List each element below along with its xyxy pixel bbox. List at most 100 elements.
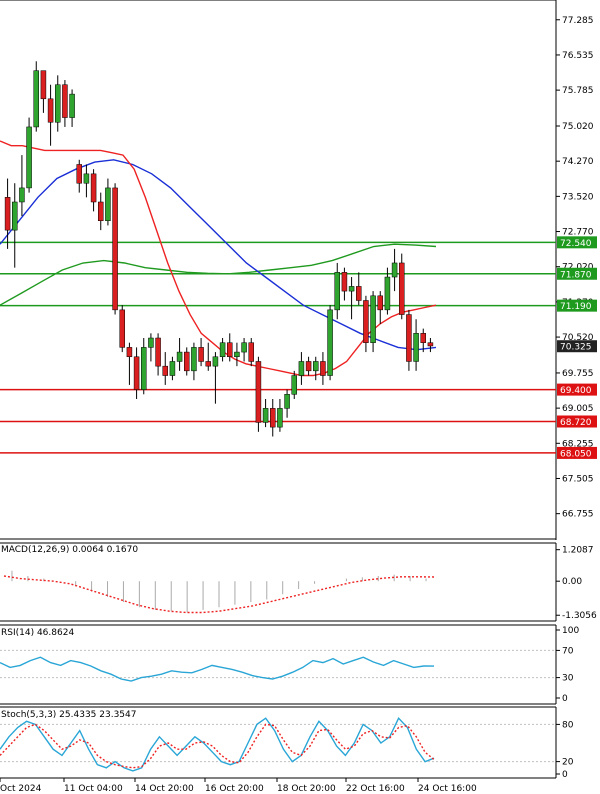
candle-body <box>76 164 82 184</box>
candle-body <box>191 347 197 372</box>
candle-body <box>341 272 348 292</box>
current-price-label: 70.325 <box>560 343 592 353</box>
candle-body <box>141 347 147 390</box>
stoch-label: Stoch(5,3,3) 25.4335 23.3547 <box>1 710 136 720</box>
level-tags: 72.540 71.870 71.190 69.400 68.720 68.050 70.3… <box>557 236 597 459</box>
candle-body <box>112 187 118 311</box>
resistance-line-label: 71.190 <box>560 302 592 312</box>
candle-body <box>406 314 412 362</box>
candle-body <box>90 173 97 203</box>
candle-body <box>205 361 211 367</box>
y-tick-label: 1.2087 <box>562 546 594 556</box>
y-tick-label: 69.005 <box>562 404 594 414</box>
candle-body <box>334 272 340 311</box>
candle-body <box>320 361 326 376</box>
x-tick-label: 16 Oct 20:00 <box>205 784 264 794</box>
candle-body <box>291 375 297 395</box>
y-tick-label: 77.285 <box>562 16 594 26</box>
price-y-axis: 77.285 76.535 75.785 75.020 74.270 73.520 72.7… <box>556 16 594 520</box>
x-tick-label: 14 Oct 20:00 <box>135 784 194 794</box>
y-tick-label: 67.505 <box>562 474 594 484</box>
rsi-label: RSI(14) 46.8624 <box>1 628 74 638</box>
y-tick-label: 66.755 <box>562 510 594 520</box>
x-tick-label: 11 Oct 04:00 <box>64 784 123 794</box>
x-tick-label: 18 Oct 20:00 <box>277 784 336 794</box>
candle-body <box>399 262 405 315</box>
candle-body <box>262 408 269 423</box>
candle-body <box>313 361 319 372</box>
support-line-label: 68.050 <box>560 449 592 459</box>
y-tick-label: 76.535 <box>562 51 594 61</box>
candle-body <box>155 337 161 367</box>
candle-body <box>69 93 75 118</box>
candle-body <box>83 173 90 184</box>
y-tick-label: 70 <box>562 646 574 656</box>
candle-body <box>62 84 68 118</box>
candle-body <box>348 286 355 292</box>
candle-body <box>370 295 376 343</box>
candle-body <box>105 187 111 222</box>
candle-body <box>148 337 154 348</box>
candle-body <box>363 300 369 343</box>
x-tick-label: Oct 2024 <box>0 784 42 794</box>
candle-body <box>126 347 133 358</box>
y-tick-label: 100 <box>562 626 579 636</box>
x-tick-label: 22 Oct 16:00 <box>346 784 405 794</box>
candle-body <box>427 342 434 347</box>
candle-body <box>305 361 312 372</box>
resistance-line-label: 72.540 <box>560 239 592 249</box>
y-tick-label: 30 <box>562 674 574 684</box>
candle-body <box>184 351 190 372</box>
candle-body <box>377 295 383 311</box>
candle-body <box>40 70 47 100</box>
candle-body <box>413 333 419 362</box>
candle-body <box>241 342 247 353</box>
x-tick-label: 24 Oct 16:00 <box>418 784 477 794</box>
y-tick-label: 72.770 <box>562 228 594 238</box>
y-tick-label: -1.3056 <box>562 611 597 621</box>
support-line-label: 69.400 <box>560 386 592 396</box>
candle-body <box>133 356 140 390</box>
candle-body <box>227 342 233 358</box>
candle-body <box>12 201 18 231</box>
y-tick-label: 20 <box>562 758 574 768</box>
candle-body <box>55 84 61 123</box>
support-line-label: 68.720 <box>560 418 592 428</box>
candle-body <box>255 361 262 423</box>
y-tick-label: 73.520 <box>562 192 594 202</box>
candle-body <box>219 342 226 358</box>
macd-label: MACD(12,26,9) 0.0064 0.1670 <box>1 545 138 555</box>
y-tick-label: 0 <box>562 694 568 704</box>
candle-body <box>270 408 276 428</box>
candle-body <box>327 309 333 376</box>
candle-body <box>234 351 240 358</box>
resistance-line-label: 71.870 <box>560 270 592 280</box>
candle-body <box>119 309 125 348</box>
candle-body <box>19 187 25 203</box>
candle-body <box>169 361 176 376</box>
y-tick-label: 69.755 <box>562 369 594 379</box>
candle-body <box>384 276 391 311</box>
candle-body <box>176 351 183 362</box>
candle-body <box>4 197 11 231</box>
candle-body <box>248 342 254 362</box>
candle-body <box>420 333 426 343</box>
y-tick-label: 75.785 <box>562 86 594 96</box>
candle-body <box>162 365 168 376</box>
chart-canvas: 77.285 76.535 75.785 75.020 74.270 73.520 72.7… <box>0 0 600 794</box>
candle-body <box>26 126 32 189</box>
candle-body <box>356 286 362 301</box>
candle-body <box>284 394 290 409</box>
candle-body <box>391 262 398 278</box>
y-tick-label: 75.020 <box>562 122 594 132</box>
y-tick-label: 80 <box>562 720 574 730</box>
candle-body <box>277 408 283 428</box>
candle-body <box>298 361 305 376</box>
candle-body <box>98 201 104 222</box>
candle-body <box>47 98 54 123</box>
y-tick-label: 0.00 <box>562 577 582 587</box>
candle-body <box>33 70 39 128</box>
y-tick-label: 74.270 <box>562 157 594 167</box>
y-tick-label: 0 <box>562 770 568 780</box>
candle-body <box>198 347 204 362</box>
